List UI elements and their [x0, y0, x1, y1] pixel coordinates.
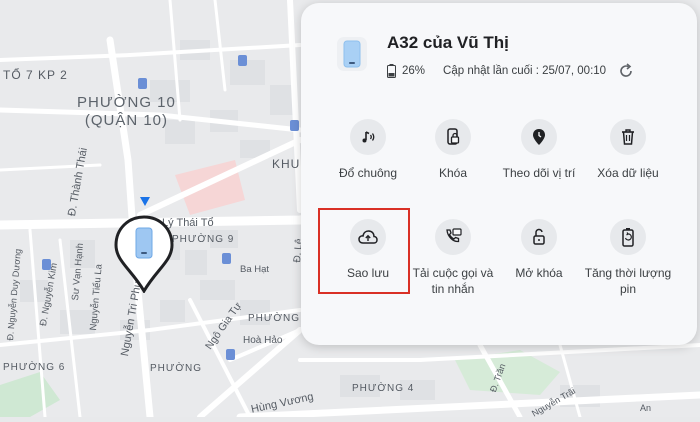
action-download-calls-messages[interactable]: Tải cuộc gọi và tin nhắn — [408, 219, 498, 297]
action-label: Đổ chuông — [338, 166, 398, 180]
map-label-quan10: (QUẬN 10) — [84, 112, 169, 129]
map-label-an: An — [640, 403, 652, 413]
action-label: Tải cuộc gọi và tin nhắn — [412, 266, 494, 296]
map-label-phuongx: PHƯỜNG — [248, 313, 301, 324]
last-updated: Cập nhật lần cuối : 25/07, 00:10 — [443, 65, 607, 77]
ring-icon — [350, 119, 386, 155]
map-label-to7kp2: TỔ 7 KP 2 — [3, 68, 68, 82]
map-label-hoahao: Hoà Hảo — [243, 335, 283, 346]
action-label: Tăng thời lượng pin — [584, 266, 672, 296]
map-label-district: PHƯỜNG 10 (QUẬN 10) — [77, 94, 176, 130]
action-unlock[interactable]: Mở khóa — [494, 219, 584, 281]
trash-icon — [610, 119, 646, 155]
location-icon — [521, 119, 557, 155]
action-extend-battery[interactable]: Tăng thời lượng pin — [583, 219, 673, 297]
device-name: A32 của Vũ Thị — [387, 33, 509, 52]
battery-level: 26% — [402, 65, 426, 77]
phone-icon — [337, 37, 367, 71]
device-location-pin[interactable] — [113, 215, 175, 294]
map-label-phuong5: PHƯỜNG — [150, 363, 203, 374]
device-status: 26% Cập nhật lần cuối : 25/07, 00:10 — [387, 63, 634, 79]
action-erase-data[interactable]: Xóa dữ liệu — [583, 119, 673, 181]
map-label-bahat: Ba Hạt — [240, 264, 270, 275]
map-label-phuong9: PHƯỜNG 9 — [172, 234, 235, 245]
battery-icon — [387, 64, 396, 78]
refresh-icon[interactable] — [618, 63, 634, 79]
highlight-box — [318, 208, 410, 294]
action-label: Xóa dữ liệu — [597, 166, 659, 180]
map-label-khu: KHU — [272, 157, 301, 171]
map-label-phuong6: PHƯỜNG 6 — [3, 362, 66, 373]
battery-boost-icon — [610, 219, 646, 255]
action-label: Theo dõi vị trí — [502, 166, 576, 180]
map-label-phuong4: PHƯỜNG 4 — [352, 383, 415, 394]
unlock-icon — [521, 219, 557, 255]
map-pin-icon — [114, 215, 174, 294]
action-label: Mở khóa — [515, 266, 563, 280]
action-ring[interactable]: Đổ chuông — [323, 119, 413, 181]
map-label-phuong10: PHƯỜNG 10 — [77, 94, 176, 111]
lock-icon — [435, 119, 471, 155]
calls-messages-icon — [435, 219, 471, 255]
action-lock[interactable]: Khóa — [408, 119, 498, 181]
action-track-location[interactable]: Theo dõi vị trí — [494, 119, 584, 181]
action-label: Khóa — [438, 166, 468, 180]
